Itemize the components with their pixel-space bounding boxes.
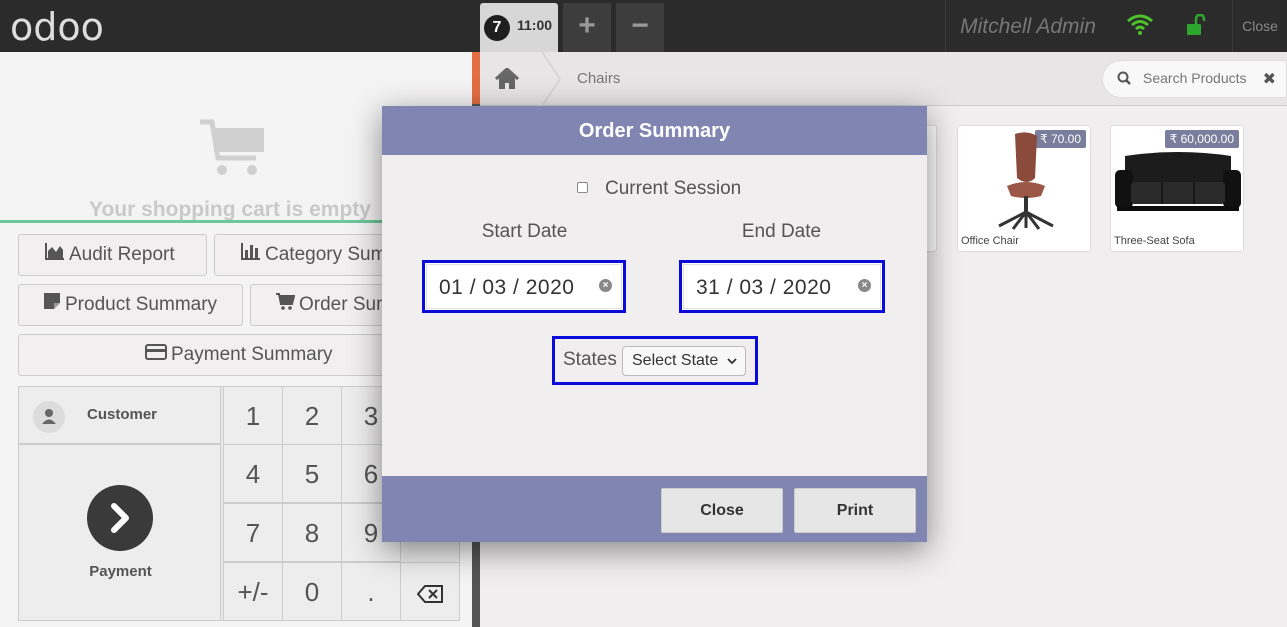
clear-end-date-icon[interactable]: × [858, 279, 871, 292]
states-field: States Select State [552, 336, 758, 385]
start-date-field[interactable]: 01 / 03 / 2020 × [422, 260, 626, 313]
close-session-button[interactable]: Close [1232, 0, 1287, 52]
states-label: States [563, 349, 617, 370]
remove-order-button[interactable]: − [616, 3, 664, 52]
end-date-field[interactable]: 31 / 03 / 2020 × [679, 260, 885, 313]
add-order-button[interactable]: + [563, 3, 611, 52]
print-button[interactable]: Print [794, 488, 916, 533]
order-tab[interactable]: 7 11:00 [480, 3, 558, 52]
end-date-value: 31 / 03 / 2020 [696, 276, 832, 299]
dialog-title: Order Summary [382, 106, 927, 155]
order-summary-dialog: Order Summary Current Session Start Date… [382, 106, 927, 542]
start-date-input[interactable]: 01 / 03 / 2020 × [426, 264, 622, 309]
odoo-logo: odoo [10, 5, 104, 49]
state-select-value: Select State [632, 352, 719, 369]
clear-start-date-icon[interactable]: × [599, 279, 612, 292]
start-date-label: Start Date [481, 221, 568, 242]
wifi-icon [1127, 14, 1153, 41]
end-date-label: End Date [741, 221, 822, 242]
order-number-badge: 7 [484, 15, 510, 41]
current-session-label: Current Session [605, 178, 742, 199]
close-button[interactable]: Close [661, 488, 783, 533]
unlock-icon[interactable] [1186, 13, 1206, 41]
top-bar: odoo 7 11:00 + − Mitchell Admin Close [0, 0, 1287, 52]
user-name[interactable]: Mitchell Admin [945, 0, 1110, 52]
start-date-value: 01 / 03 / 2020 [439, 276, 575, 299]
chevron-down-icon [727, 348, 737, 386]
current-session-checkbox[interactable] [577, 182, 588, 193]
end-date-input[interactable]: 31 / 03 / 2020 × [683, 264, 881, 309]
order-time: 11:00 [517, 17, 553, 33]
state-select[interactable]: Select State [622, 346, 746, 376]
